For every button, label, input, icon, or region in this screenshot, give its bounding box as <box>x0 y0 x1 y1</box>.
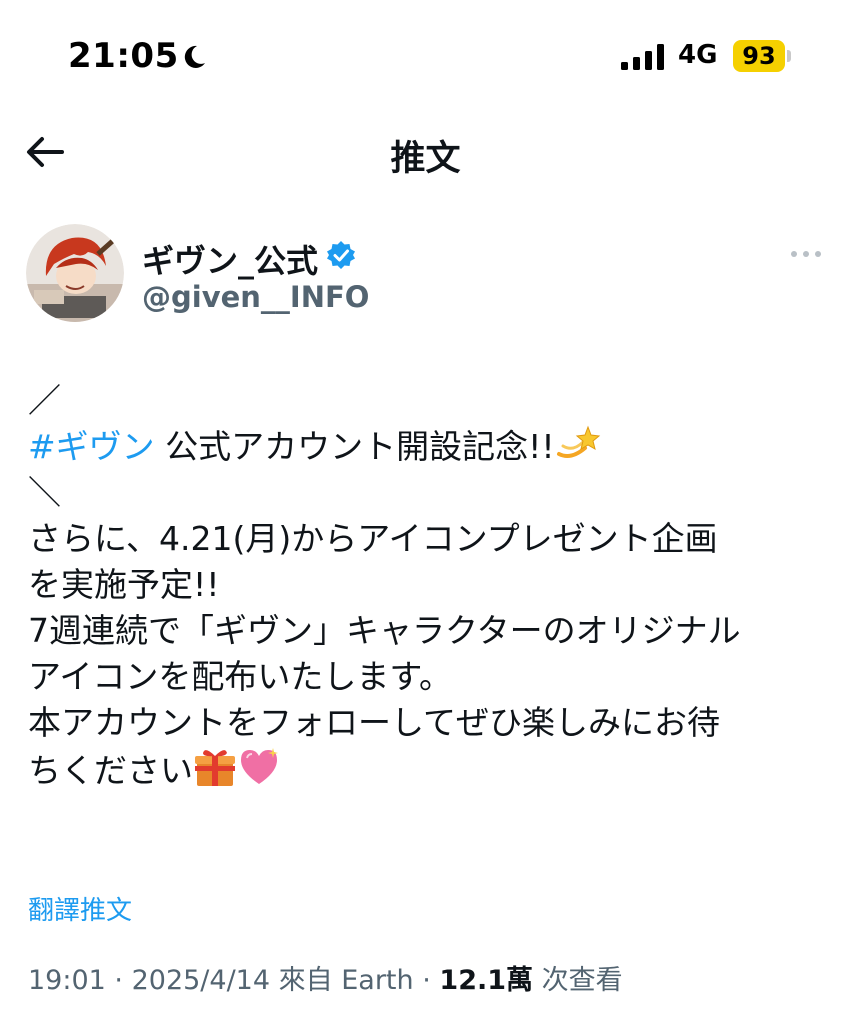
battery-level: 93 <box>733 40 785 72</box>
tweet-line: さらに、4.21(月)からアイコンプレゼント企画 <box>28 519 718 558</box>
gift-icon <box>195 750 235 786</box>
author-handle[interactable]: @given__INFO <box>142 280 369 314</box>
tweet-line: ＼ <box>28 473 61 512</box>
more-horizontal-icon <box>791 251 821 257</box>
tweet-line: ／ <box>28 381 61 420</box>
hashtag-link[interactable]: #ギヴン <box>28 427 155 466</box>
views-count[interactable]: 12.1萬 <box>439 965 533 996</box>
tweet-date: 2025/4/14 <box>131 965 271 996</box>
tweet-line: アイコンを配布いたします。 <box>28 657 453 696</box>
avatar[interactable] <box>26 224 124 322</box>
tweet-line-text: 公式アカウント開設記念 <box>165 427 529 466</box>
avatar-image <box>26 224 124 322</box>
tweet-line: ちください <box>28 746 838 792</box>
moon-icon <box>184 45 205 68</box>
signal-icon <box>621 44 664 70</box>
tweet-line: 7週連続で「ギヴン」キャラクターのオリジナル <box>28 611 741 650</box>
views-label: 次查看 <box>541 965 623 996</box>
tweet-line: 本アカウントをフォローしてぜひ楽しみにお待 <box>28 703 721 742</box>
tweet-meta: 19:01 · 2025/4/14 來自 Earth · 12.1萬 次查看 <box>28 958 623 997</box>
tweet-source: 來自 Earth <box>278 965 414 996</box>
network-type: 4G <box>678 40 718 70</box>
translate-tweet-link[interactable]: 翻譯推文 <box>28 890 132 927</box>
nav-header: 推文 <box>0 110 851 200</box>
author-name[interactable]: ギヴン_公式 <box>142 236 318 282</box>
dizzy-star-icon <box>556 425 600 458</box>
tweet-text: ／ #ギヴン 公式アカウント開設記念!! ＼ さらに、4.21(月)からアイコン… <box>28 378 838 792</box>
exclaim-mark: !! <box>528 427 555 466</box>
status-bar: 21:05 4G 93 <box>0 0 851 110</box>
meta-separator: · <box>422 965 431 996</box>
exclaim-mark: !! <box>193 565 220 604</box>
tweet-line: #ギヴン 公式アカウント開設記念!! <box>28 424 838 470</box>
tweet-line: を実施予定!! <box>28 562 838 608</box>
meta-separator: · <box>114 965 123 996</box>
tweet-line-text: を実施予定 <box>28 565 193 604</box>
tweet-line-text: ちください <box>28 751 193 790</box>
more-options-button[interactable] <box>788 240 824 268</box>
tweet-time: 19:01 <box>28 965 106 996</box>
page-title: 推文 <box>390 139 461 179</box>
sparkling-heart-icon <box>241 748 278 784</box>
battery-tip <box>787 50 791 62</box>
verified-badge-icon <box>327 241 355 269</box>
status-time: 21:05 <box>68 36 179 76</box>
